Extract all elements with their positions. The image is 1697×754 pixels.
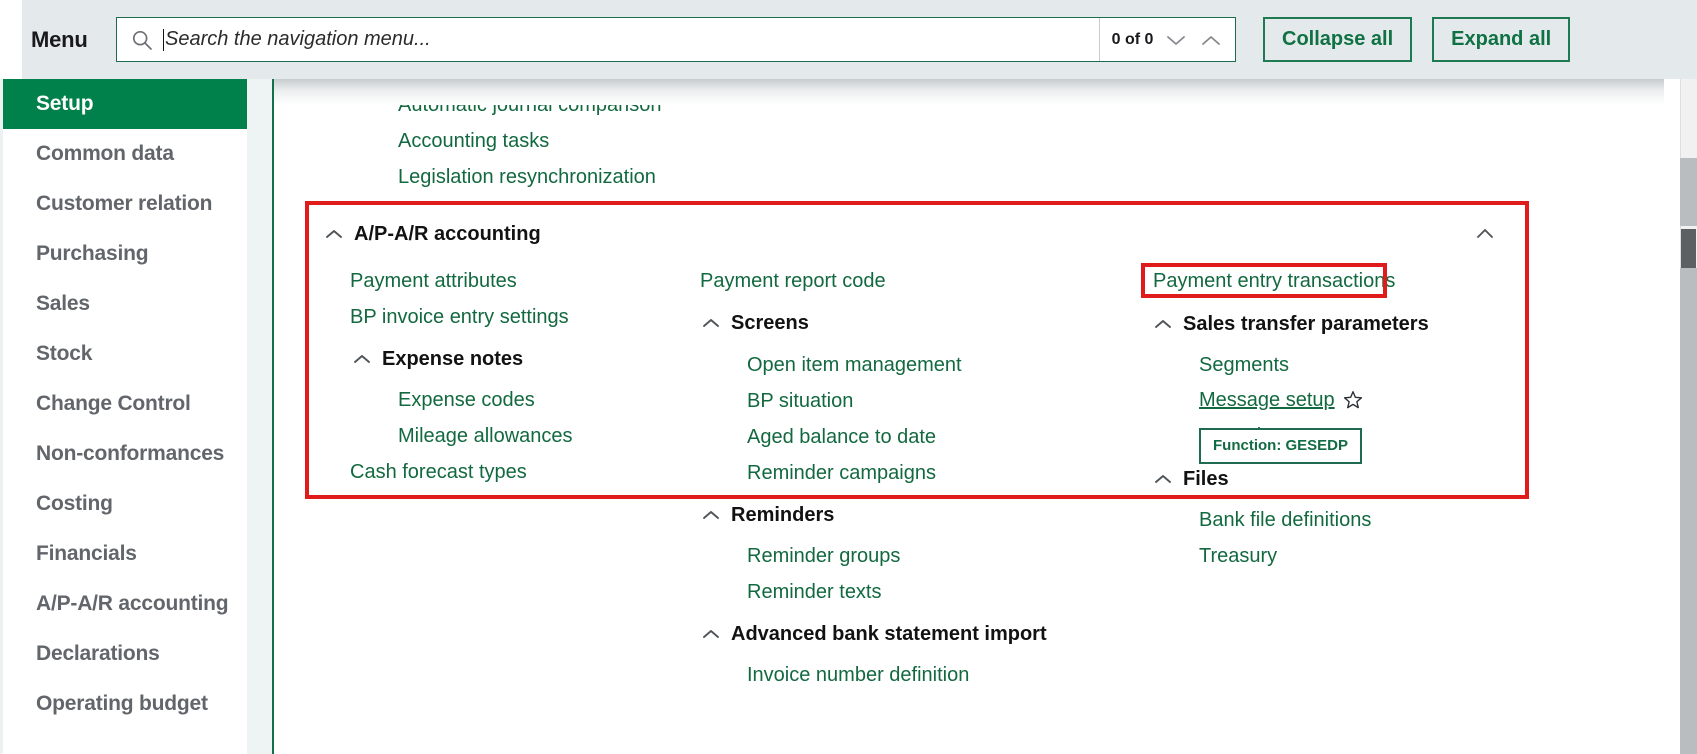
link-message-setup[interactable]: Message setup — [1199, 390, 1335, 410]
sidebar-item-customer-relation[interactable]: Customer relation — [3, 179, 247, 229]
section-title: A/P-A/R accounting — [354, 223, 541, 245]
scrollbar-track-upper[interactable] — [1680, 158, 1697, 226]
link-bank-file-definitions[interactable]: Bank file definitions — [1199, 510, 1371, 530]
group-title: Reminders — [731, 504, 835, 526]
sidebar-content-gap — [247, 79, 272, 754]
tooltip-text: Function: GESEDP — [1213, 437, 1348, 454]
link-open-item-management[interactable]: Open item management — [747, 355, 962, 375]
sidebar-item-operating-budget[interactable]: Operating budget — [3, 679, 247, 729]
search-container: Search the navigation menu... 0 of 0 — [116, 17, 1236, 62]
link-treasury[interactable]: Treasury — [1199, 546, 1277, 566]
group-header-advanced-bank-statement-import[interactable]: Advanced bank statement import — [701, 624, 1047, 644]
section-header-ap-ar-accounting[interactable]: A/P-A/R accounting — [324, 224, 541, 244]
chevron-down-icon[interactable] — [1164, 32, 1188, 48]
section-collapse-chevron-up-icon[interactable] — [1474, 226, 1496, 241]
link-expense-codes[interactable]: Expense codes — [398, 390, 535, 410]
link-cash-forecast-types[interactable]: Cash forecast types — [350, 462, 527, 482]
group-header-reminders[interactable]: Reminders — [701, 505, 834, 525]
link-payment-entry-transactions[interactable]: Payment entry transactions — [1153, 271, 1395, 291]
search-result-counter: 0 of 0 — [1099, 18, 1235, 61]
header-bar: Menu Search the navigation menu... 0 of … — [0, 0, 1697, 79]
link-invoice-number-definition[interactable]: Invoice number definition — [747, 665, 969, 685]
collapse-all-button[interactable]: Collapse all — [1263, 17, 1413, 62]
search-input[interactable]: Search the navigation menu... — [117, 18, 1099, 61]
result-count-label: 0 of 0 — [1111, 30, 1154, 48]
link-automatic-journal-comparison[interactable]: Automatic journal comparison — [398, 95, 661, 115]
star-outline-icon[interactable] — [1342, 389, 1364, 411]
search-icon — [131, 29, 153, 51]
group-title: Files — [1183, 468, 1229, 490]
link-reminder-campaigns[interactable]: Reminder campaigns — [747, 463, 936, 483]
group-header-screens[interactable]: Screens — [701, 313, 809, 333]
chevron-up-icon[interactable] — [352, 352, 372, 366]
sidebar-item-declarations[interactable]: Declarations — [3, 629, 247, 679]
link-mileage-allowances[interactable]: Mileage allowances — [398, 426, 573, 446]
chevron-up-icon[interactable] — [701, 627, 721, 641]
chevron-up-icon[interactable] — [324, 227, 344, 241]
menu-title: Menu — [31, 26, 88, 52]
group-title: Screens — [731, 312, 809, 334]
link-segments[interactable]: Segments — [1199, 355, 1289, 375]
sidebar-item-costing[interactable]: Costing — [3, 479, 247, 529]
sidebar-item-non-conformances[interactable]: Non-conformances — [3, 429, 247, 479]
text-cursor — [163, 28, 164, 51]
chevron-up-icon[interactable] — [701, 316, 721, 330]
sidebar-item-purchasing[interactable]: Purchasing — [3, 229, 247, 279]
vertical-scrollbar[interactable] — [1680, 79, 1697, 754]
scrollbar-thumb[interactable] — [1681, 229, 1696, 268]
group-header-files[interactable]: Files — [1153, 469, 1229, 489]
sidebar-item-stock[interactable]: Stock — [3, 329, 247, 379]
function-tooltip: Function: GESEDP — [1199, 428, 1362, 464]
group-title: Sales transfer parameters — [1183, 313, 1429, 335]
chevron-up-icon[interactable] — [1153, 472, 1173, 486]
sidebar-item-common-data[interactable]: Common data — [3, 129, 247, 179]
group-header-sales-transfer-parameters[interactable]: Sales transfer parameters — [1153, 314, 1429, 334]
group-title: Expense notes — [382, 348, 524, 370]
link-aged-balance-to-date[interactable]: Aged balance to date — [747, 427, 936, 447]
scrollbar-track-lower[interactable] — [1680, 268, 1697, 754]
menu-navigation-page: Menu Search the navigation menu... 0 of … — [0, 0, 1697, 754]
sidebar-item-sales[interactable]: Sales — [3, 279, 247, 329]
link-bp-invoice-entry-settings[interactable]: BP invoice entry settings — [350, 307, 569, 327]
link-reminder-groups[interactable]: Reminder groups — [747, 546, 900, 566]
chevron-up-icon[interactable] — [701, 508, 721, 522]
expand-all-button[interactable]: Expand all — [1432, 17, 1571, 62]
link-payment-report-code[interactable]: Payment report code — [700, 271, 886, 291]
chevron-up-icon[interactable] — [1153, 317, 1173, 331]
sidebar-item-setup[interactable]: Setup — [3, 79, 247, 129]
search-placeholder-text: Search the navigation menu... — [165, 28, 431, 50]
link-payment-attributes[interactable]: Payment attributes — [350, 271, 517, 291]
sidebar-item-ap-ar-accounting[interactable]: A/P-A/R accounting — [3, 579, 247, 629]
link-accounting-tasks[interactable]: Accounting tasks — [398, 131, 549, 151]
link-bp-situation[interactable]: BP situation — [747, 391, 853, 411]
link-reminder-texts[interactable]: Reminder texts — [747, 582, 882, 602]
group-header-expense-notes[interactable]: Expense notes — [352, 349, 523, 369]
link-legislation-resynchronization[interactable]: Legislation resynchronization — [398, 167, 656, 187]
menu-content-panel: Automatic journal comparison Accounting … — [274, 79, 1664, 754]
sidebar-item-change-control[interactable]: Change Control — [3, 379, 247, 429]
group-title: Advanced bank statement import — [731, 623, 1047, 645]
chevron-up-icon[interactable] — [1199, 32, 1223, 48]
header-left-spacer — [0, 0, 22, 79]
sidebar-item-financials[interactable]: Financials — [3, 529, 247, 579]
sidebar-navigation: Setup Common data Customer relation Purc… — [0, 79, 247, 754]
